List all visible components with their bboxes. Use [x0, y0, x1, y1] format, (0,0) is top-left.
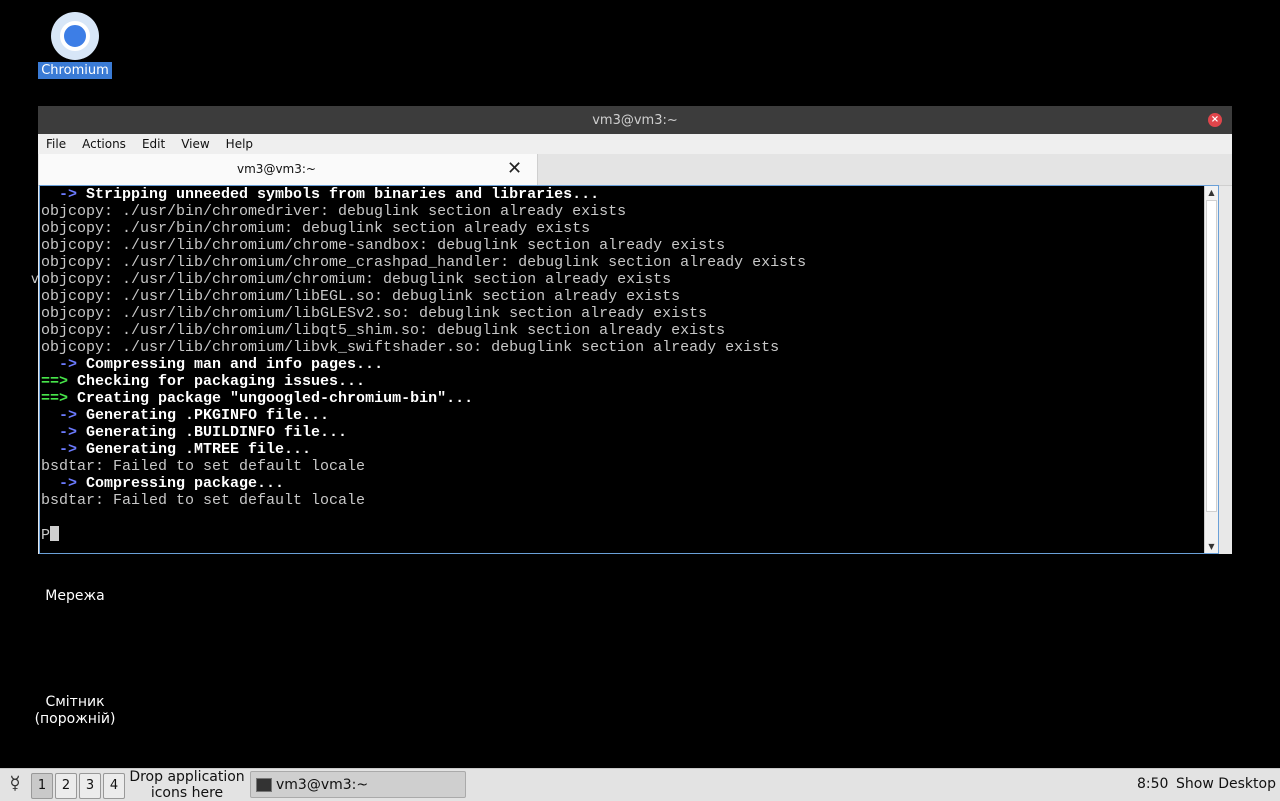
terminal-line-text: Compressing package... [86, 475, 285, 492]
terminal-line-text: Creating package "ungoogled-chromium-bin… [77, 390, 474, 407]
desktop-icon-label: Chromium [38, 62, 112, 79]
terminal-line-prefix: ==> [41, 373, 78, 390]
clock[interactable]: 8:50 [1137, 776, 1168, 792]
terminal-line: ==> Checking for packaging issues... [41, 373, 1218, 390]
show-desktop-button[interactable]: Show Desktop [1176, 776, 1276, 792]
terminal-line: objcopy: ./usr/lib/chromium/libEGL.so: d… [41, 288, 681, 305]
menu-help[interactable]: Help [218, 137, 261, 151]
terminal-line-text: Checking for packaging issues... [77, 373, 366, 390]
close-tab-icon[interactable]: ✕ [507, 158, 522, 179]
terminal-text: -> Stripping unneeded symbols from binar… [40, 186, 1218, 544]
scrollbar-thumb[interactable] [1206, 200, 1217, 512]
terminal-line: -> Generating .PKGINFO file... [41, 407, 1218, 424]
terminal-line-text: Compressing man and info pages... [86, 356, 384, 373]
text-cursor [50, 526, 60, 541]
menu-actions[interactable]: Actions [74, 137, 134, 151]
terminal-line-text: Generating .BUILDINFO file... [86, 424, 348, 441]
terminal-line: bsdtar: Failed to set default locale [41, 492, 366, 509]
terminal-line: objcopy: ./usr/lib/chromium/chrome_crash… [41, 254, 807, 271]
terminal-line: -> Stripping unneeded symbols from binar… [41, 186, 1218, 203]
terminal-line-text: Generating .MTREE file... [86, 441, 312, 458]
terminal-line: -> Compressing package... [41, 475, 1218, 492]
workspace-3[interactable]: 3 [79, 773, 101, 799]
terminal-line-prefix: -> [41, 407, 87, 424]
menu-view[interactable]: View [173, 137, 217, 151]
workspace-2[interactable]: 2 [55, 773, 77, 799]
terminal-line-text: Stripping unneeded symbols from binaries… [86, 186, 600, 203]
terminal-prompt: P [41, 526, 1218, 544]
desktop-icon-label: (порожній) [34, 711, 116, 727]
window-titlebar[interactable]: vm3@vm3:~ × [38, 106, 1232, 134]
workspace-1[interactable]: 1 [31, 773, 53, 799]
terminal-line: ==> Creating package "ungoogled-chromium… [41, 390, 1218, 407]
menu-edit[interactable]: Edit [134, 137, 173, 151]
terminal-line: objcopy: ./usr/lib/chromium/libqt5_shim.… [41, 322, 726, 339]
terminal-line-prefix: -> [41, 424, 87, 441]
desktop-icon-label: Смітник [45, 694, 105, 710]
terminal-line-prefix: -> [41, 441, 87, 458]
app-menu-icon[interactable]: ☿ [4, 773, 26, 797]
terminal-line: objcopy: ./usr/lib/chromium/chrome-sandb… [41, 237, 726, 254]
taskbar: ☿ 1 2 3 4 Drop application icons here vm… [0, 768, 1280, 801]
scroll-up-icon[interactable]: ▲ [1205, 186, 1218, 199]
terminal-icon [256, 777, 272, 792]
terminal-line: objcopy: ./usr/bin/chromium: debuglink s… [41, 220, 591, 237]
terminal-line: objcopy: ./usr/bin/chromedriver: debugli… [41, 203, 627, 220]
scroll-down-icon[interactable]: ▼ [1205, 540, 1218, 553]
workspace-4[interactable]: 4 [103, 773, 125, 799]
menubar: File Actions Edit View Help [38, 134, 1232, 154]
terminal-line: -> Generating .BUILDINFO file... [41, 424, 1218, 441]
desktop-icon-chromium[interactable]: Chromium [38, 12, 112, 79]
desktop-icon-label: Мережа [45, 588, 105, 604]
tab-title: vm3@vm3:~ [237, 162, 316, 176]
terminal-line: bsdtar: Failed to set default locale [41, 458, 366, 475]
tab-terminal[interactable]: vm3@vm3:~ ✕ [39, 154, 538, 185]
terminal-line: objcopy: ./usr/lib/chromium/libvk_swifts… [41, 339, 780, 356]
chromium-icon [51, 12, 99, 60]
terminal-line-text: Generating .PKGINFO file... [86, 407, 330, 424]
menu-file[interactable]: File [38, 137, 74, 151]
window-title: vm3@vm3:~ [592, 112, 678, 128]
close-icon[interactable]: × [1208, 113, 1222, 127]
terminal-line-prefix: -> [41, 356, 87, 373]
terminal-line-prefix: ==> [41, 390, 78, 407]
launcher-drop-area[interactable]: Drop application icons here [128, 769, 246, 801]
terminal-line: -> Compressing man and info pages... [41, 356, 1218, 373]
terminal-line: objcopy: ./usr/lib/chromium/libGLESv2.so… [41, 305, 708, 322]
task-label: vm3@vm3:~ [276, 776, 369, 793]
task-button-terminal[interactable]: vm3@vm3:~ [250, 771, 466, 798]
scrollbar[interactable]: ▲ ▼ [1204, 186, 1218, 553]
terminal-line-prefix: -> [41, 186, 87, 203]
terminal-line-prefix: -> [41, 475, 87, 492]
terminal-line: objcopy: ./usr/lib/chromium/chromium: de… [41, 271, 672, 288]
terminal-line: -> Generating .MTREE file... [41, 441, 1218, 458]
desktop-icon-trash[interactable]: Смітник (порожній) [20, 694, 130, 728]
drop-label-line2: icons here [150, 785, 224, 801]
tab-bar: vm3@vm3:~ ✕ [38, 154, 1232, 186]
desktop-icon-network[interactable]: Мережа [30, 588, 120, 604]
terminal-window: vm3@vm3:~ × File Actions Edit View Help … [38, 106, 1232, 554]
prompt-text: P [41, 527, 51, 544]
terminal-output[interactable]: -> Stripping unneeded symbols from binar… [39, 185, 1219, 554]
drop-label-line1: Drop application [129, 769, 245, 785]
